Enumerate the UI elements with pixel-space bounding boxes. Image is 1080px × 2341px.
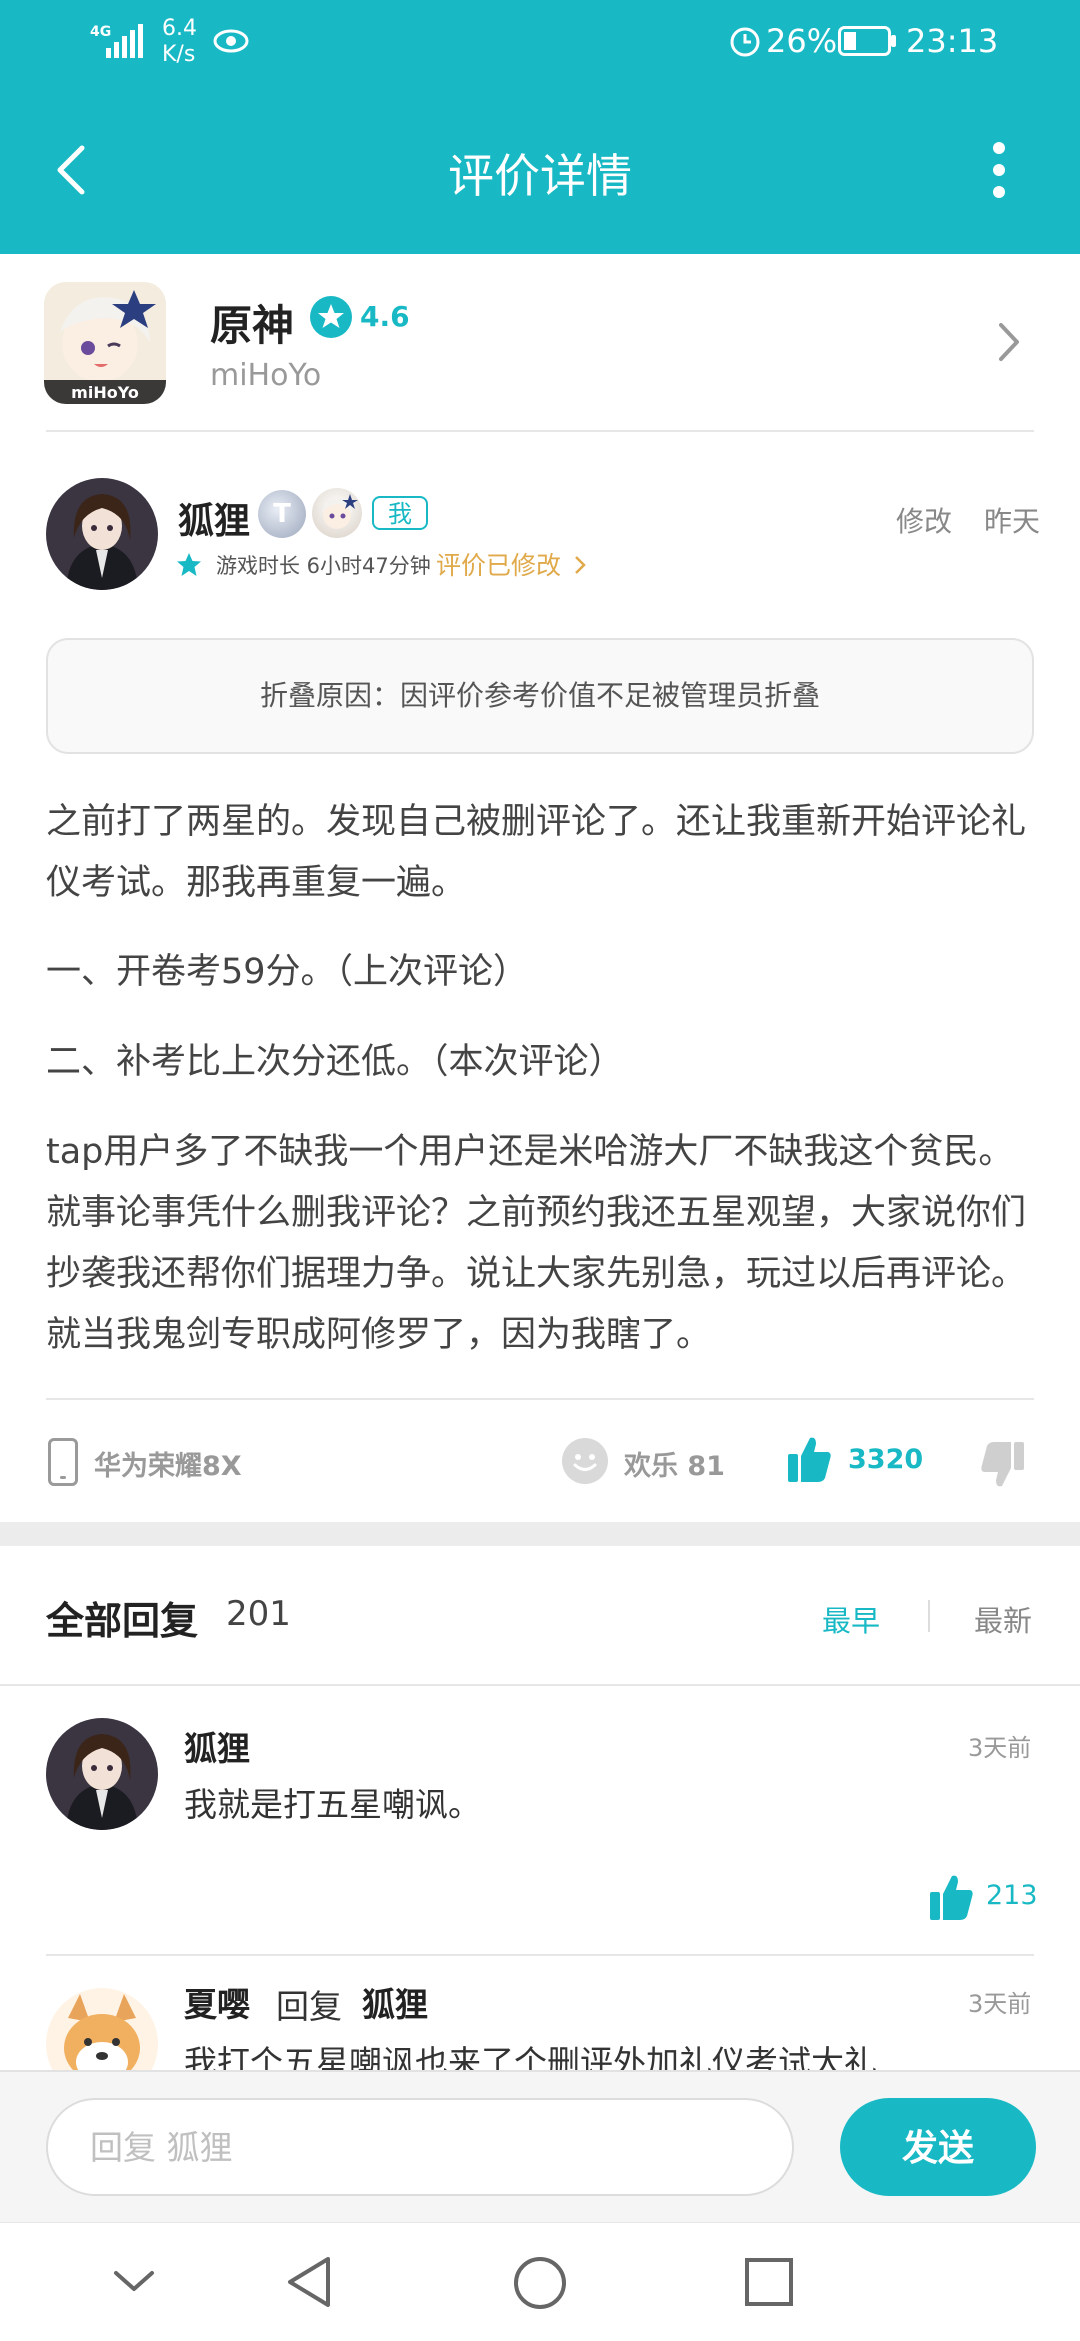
review-paragraph: 一、开卷考59分。（上次评论） xyxy=(46,952,529,992)
divider xyxy=(46,1398,1034,1400)
like-count: 3320 xyxy=(848,1444,924,1475)
reply-avatar[interactable] xyxy=(46,1718,158,1830)
divider xyxy=(0,1684,1080,1686)
review-time: 昨天 xyxy=(984,505,1041,538)
review-paragraph: 二、补考比上次分还低。（本次评论） xyxy=(46,1042,624,1082)
review-modified-link[interactable]: 评价已修改 xyxy=(436,546,587,582)
replies-title: 全部回复 xyxy=(46,1599,199,1643)
send-button[interactable]: 发送 xyxy=(840,2098,1036,2196)
divider xyxy=(46,430,1034,432)
thumbs-up-icon[interactable] xyxy=(928,1872,974,1922)
battery-percent: 26% xyxy=(766,22,838,60)
nav-recents-icon[interactable] xyxy=(744,2257,794,2307)
chevron-right-small-icon xyxy=(575,556,586,574)
reply-like-count: 213 xyxy=(986,1880,1038,1911)
divider xyxy=(928,1600,930,1632)
review-paragraph: tap用户多了不缺我一个用户还是米哈游大厂不缺我这个贫民。就事论事凭什么删我评论… xyxy=(46,1132,1027,1355)
reply-input[interactable] xyxy=(46,2098,794,2196)
app-icon-label: miHoYo xyxy=(71,383,139,402)
fun-count[interactable]: 欢乐 81 xyxy=(624,1444,725,1483)
page-title: 评价详情 xyxy=(448,149,632,203)
signal-icon xyxy=(106,24,143,58)
character-badge-icon xyxy=(312,488,362,538)
me-tag: 我 xyxy=(372,496,428,530)
level-badge: T xyxy=(258,490,306,538)
edit-button[interactable]: 修改 xyxy=(896,500,952,540)
chevron-down-icon[interactable] xyxy=(112,2267,156,2295)
alarm-icon xyxy=(730,27,760,57)
eye-icon xyxy=(213,29,249,53)
app-name[interactable]: 原神 xyxy=(210,292,294,353)
app-header: 4G 6.4 K/s 26% 23:13 评价详情 xyxy=(0,0,1080,254)
review-modified-label: 评价已修改 xyxy=(436,551,562,580)
app-card[interactable]: miHoYo xyxy=(0,254,1080,432)
net-speed-value: 6.4 xyxy=(162,16,197,41)
system-nav-bar xyxy=(0,2222,1080,2341)
thumbs-up-icon[interactable] xyxy=(786,1434,832,1484)
play-time: 游戏时长 6小时47分钟 xyxy=(216,554,431,578)
more-icon[interactable] xyxy=(984,140,1014,200)
reply-time: 3天前 xyxy=(968,1990,1032,2018)
reply-word: 回复 xyxy=(276,1987,342,2026)
reviewer-avatar[interactable] xyxy=(46,478,158,590)
reply-time: 3天前 xyxy=(968,1734,1032,1762)
nav-back-icon[interactable] xyxy=(284,2255,334,2309)
replies-count: 201 xyxy=(226,1594,291,1634)
reply-author[interactable]: 夏嘤 xyxy=(184,1978,250,2026)
app-rating: 4.6 xyxy=(360,300,410,333)
reply-item: 夏嘤 回复 狐狸 3天前 我打个五星嘲讽也来了个删评外加礼仪考试大礼 xyxy=(0,1960,1080,2070)
battery-icon xyxy=(838,26,896,56)
divider xyxy=(46,1954,1034,1956)
sort-latest-tab[interactable]: 最新 xyxy=(974,1598,1032,1640)
device-label: 华为荣耀8X xyxy=(94,1451,242,1482)
phone-icon xyxy=(48,1438,78,1486)
reply-text: 我就是打五星嘲讽。 xyxy=(184,1785,481,1824)
section-separator xyxy=(0,1522,1080,1546)
rating-star-icon xyxy=(310,296,352,338)
nav-home-icon[interactable] xyxy=(512,2255,568,2311)
sort-earliest-tab[interactable]: 最早 xyxy=(822,1598,880,1640)
net-speed-unit: K/s xyxy=(162,42,196,67)
clock: 23:13 xyxy=(906,22,999,60)
reply-target[interactable]: 狐狸 xyxy=(362,1978,428,2026)
reply-avatar[interactable] xyxy=(46,1988,158,2070)
thumbs-down-icon[interactable] xyxy=(980,1440,1026,1490)
reply-text: 我打个五星嘲讽也来了个删评外加礼仪考试大礼 xyxy=(184,2043,877,2070)
fold-notice: 折叠原因：因评价参考价值不足被管理员折叠 xyxy=(46,638,1034,754)
smile-icon[interactable] xyxy=(562,1438,608,1484)
app-icon: miHoYo xyxy=(44,282,166,404)
app-developer: miHoYo xyxy=(210,358,322,393)
star-icon xyxy=(177,553,201,576)
reviewer-name[interactable]: 狐狸 xyxy=(178,492,250,544)
chevron-right-icon[interactable] xyxy=(996,320,1022,364)
reply-author[interactable]: 狐狸 xyxy=(184,1722,250,1770)
review-paragraph: 之前打了两星的。发现自己被删评论了。还让我重新开始评论礼仪考试。那我再重复一遍。 xyxy=(46,802,1027,903)
